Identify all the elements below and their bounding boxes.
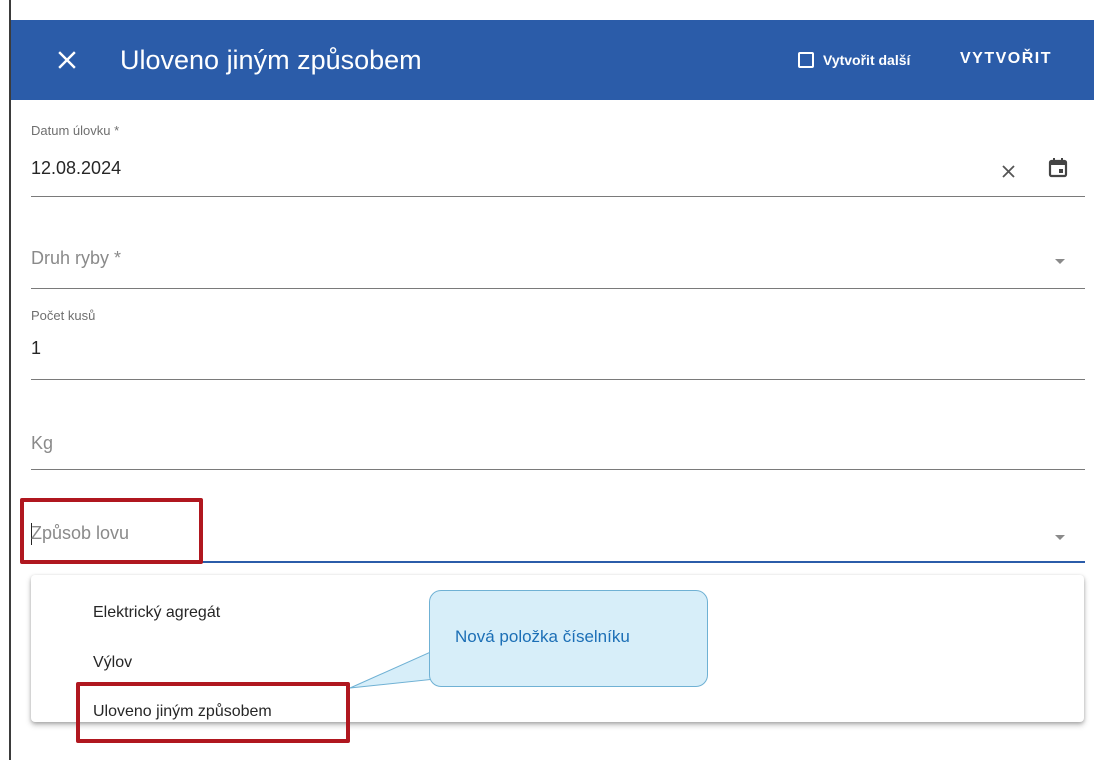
- fishing-method-placeholder: Způsob lovu: [31, 523, 130, 543]
- create-button[interactable]: VYTVOŘIT: [960, 46, 1052, 72]
- date-field-value: 12.08.2024: [31, 158, 122, 178]
- menu-item-electric-aggregate[interactable]: Elektrický agregát: [93, 604, 220, 622]
- chevron-down-icon[interactable]: [1055, 535, 1065, 540]
- annotation-callout: Nová položka číselníku: [429, 590, 708, 687]
- dialog-header: Uloveno jiným způsobem Vytvořit další VY…: [11, 20, 1094, 100]
- fishing-method-underline-focused: [31, 561, 1085, 563]
- date-field-underline: [31, 196, 1085, 197]
- kg-placeholder: Kg: [31, 433, 54, 453]
- count-field-underline: [31, 379, 1085, 380]
- chevron-down-icon[interactable]: [1055, 259, 1065, 264]
- menu-item-other-method[interactable]: Uloveno jiným způsobem: [93, 703, 272, 721]
- callout-text: Nová položka číselníku: [455, 627, 630, 646]
- fish-species-underline: [31, 288, 1085, 289]
- dialog-title: Uloveno jiným způsobem: [120, 45, 422, 75]
- clear-icon: [1002, 165, 1015, 178]
- calendar-icon: [1048, 158, 1068, 178]
- kg-field[interactable]: Kg: [31, 398, 1085, 472]
- count-field[interactable]: Počet kusů 1: [31, 305, 1085, 382]
- create-another-toggle[interactable]: Vytvořit další: [798, 48, 910, 72]
- calendar-button[interactable]: [1047, 156, 1071, 180]
- date-field[interactable]: Datum úlovku * 12.08.2024: [31, 120, 1085, 198]
- date-field-label: Datum úlovku *: [31, 123, 120, 138]
- fish-species-placeholder: Druh ryby *: [31, 248, 122, 268]
- count-field-value: 1: [31, 338, 42, 358]
- fishing-method-select[interactable]: Způsob lovu: [31, 490, 1085, 565]
- create-another-label: Vytvořit další: [823, 52, 911, 68]
- fish-species-select[interactable]: Druh ryby *: [31, 215, 1085, 290]
- clear-date-button[interactable]: [997, 160, 1021, 184]
- checkbox-icon[interactable]: [798, 52, 814, 68]
- kg-field-underline: [31, 469, 1085, 470]
- close-icon: [58, 51, 76, 69]
- window-left-edge: [0, 0, 11, 760]
- count-field-label: Počet kusů: [31, 308, 96, 323]
- close-button[interactable]: [47, 40, 87, 80]
- menu-item-vylov[interactable]: Výlov: [93, 654, 132, 672]
